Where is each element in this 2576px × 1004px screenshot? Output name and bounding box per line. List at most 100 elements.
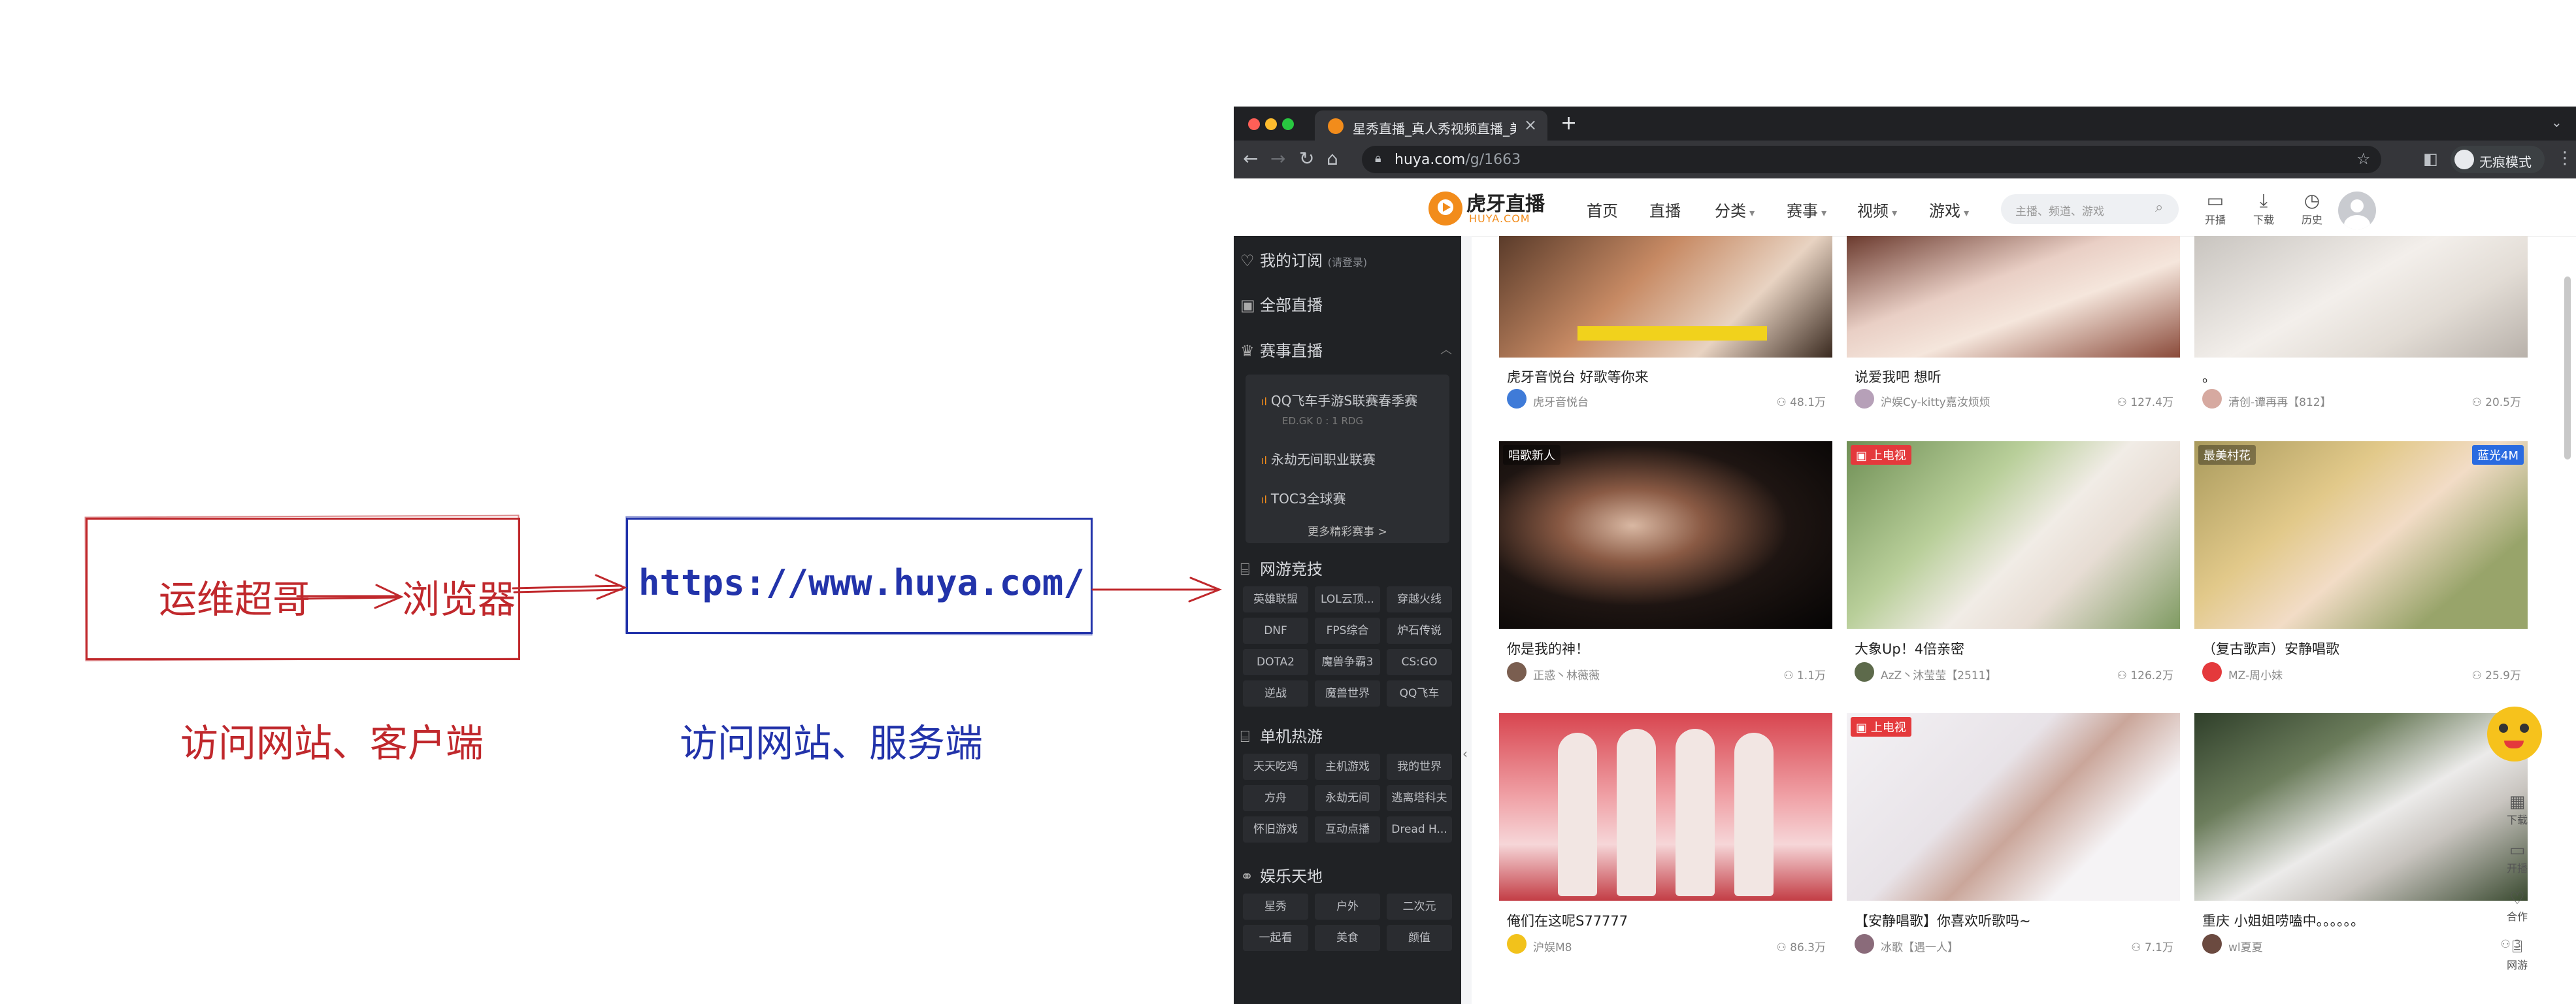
chip-single-8[interactable]: Dread H... [1387,816,1452,843]
incognito-label: 无痕模式 [2479,154,2532,170]
header-history-button[interactable]: ◷ 历史 [2294,190,2330,227]
chip-single-3[interactable]: 方舟 [1243,785,1308,811]
card-viewers: ⚇ 25.9万 [2471,666,2521,682]
tab-active[interactable]: 星秀直播_真人秀视频直播_美女 × [1315,110,1547,141]
header-download-button[interactable]: ⤓ 下载 [2245,190,2282,227]
chip-single-1[interactable]: 主机游戏 [1315,754,1380,780]
close-window-button[interactable] [1248,118,1260,130]
rail-download-button[interactable]: ▦ 下载 [2498,793,2537,827]
nav-live[interactable]: 直播 [1649,198,1681,221]
nav-games[interactable]: 游戏 ▾ [1929,198,1969,221]
tab-search-chevron-icon[interactable]: ⌄ [2551,114,2562,130]
arrow-client-to-browser [296,584,404,609]
page-scrollbar[interactable] [2564,276,2571,460]
live-card[interactable]: 重庆 小姐姐唠嗑中。。。。。。 wl夏夏 ⚇ 3 [2194,713,2528,962]
nav-video[interactable]: 视频 ▾ [1857,198,1897,221]
chip-online-7[interactable]: 魔兽争霸3 [1315,649,1380,675]
rail-broadcast-button[interactable]: ▭ 开播 [2498,841,2537,875]
rail-download-label: 下载 [2506,814,2528,826]
live-card[interactable]: 虎牙音悦台 好歌等你来 虎牙音悦台 ⚇ 48.1万 [1499,236,1832,414]
search-input[interactable]: 主播、频道、游戏 ⌕ [2001,194,2179,224]
card-thumbnail: ▣ 上电视 [1847,441,2180,629]
chip-ent-3[interactable]: 一起看 [1243,925,1308,951]
minimize-window-button[interactable] [1265,118,1277,130]
chip-online-2[interactable]: 穿越火线 [1387,586,1452,612]
chip-online-11[interactable]: QQ飞车 [1387,680,1452,707]
live-card[interactable]: 说爱我吧 想听 沪娱Cy-kitty嘉汝烦烦 ⚇ 127.4万 [1847,236,2180,414]
card-title: 重庆 小姐姐唠嗑中。。。。。。 [2202,913,2365,929]
chip-online-10[interactable]: 魔兽世界 [1315,680,1380,707]
sidebar-entertainment[interactable]: ⚭ 娱乐天地 [1240,863,1323,886]
mascot-icon[interactable] [2487,707,2542,761]
rail-cooperate-button[interactable]: ♡ 合作 [2498,890,2537,924]
chip-single-0[interactable]: 天天吃鸡 [1243,754,1308,780]
live-card[interactable]: ▣ 上电视 【安静唱歌】你喜欢听歌吗~ 冰歌【遇一人】 ⚇ 7.1万 [1847,713,2180,962]
sidebar-collapse-bar[interactable]: ‹ [1461,236,1472,1004]
back-icon[interactable]: ← [1243,148,1258,169]
sidebar-online-games[interactable]: ⌸ 网游竞技 [1240,556,1323,579]
viewers-icon: ⚇ [1776,941,1791,954]
chevron-down-icon: ▾ [1818,207,1827,219]
chip-single-7[interactable]: 互动点播 [1315,816,1380,843]
live-card[interactable]: 唱歌新人 你是我的神！ 正惑丶林薇薇 ⚇ 1.1万 [1499,441,1832,690]
rail-games-button[interactable]: ⌸ 网游 [2498,938,2537,972]
browser-menu-icon[interactable]: ⋮ [2556,148,2573,168]
card-viewers: ⚇ 48.1万 [1776,393,1826,409]
match-item[interactable]: ıl 永劫无间职业联赛 [1261,449,1376,468]
browser-window: 星秀直播_真人秀视频直播_美女 × + ⌄ ← → ↻ ⌂ 🔒︎ huya.co… [1234,107,2576,1004]
live-card[interactable]: 俺们在这呢S77777 沪娱M8 ⚇ 86.3万 [1499,713,1832,962]
chip-ent-2[interactable]: 二次元 [1387,894,1452,920]
viewers-icon: ⚇ [1776,396,1791,409]
chip-single-4[interactable]: 永劫无间 [1315,785,1380,811]
match-item[interactable]: ıl TOC3全球赛 [1261,488,1346,507]
close-tab-icon[interactable]: × [1524,116,1537,134]
new-tab-icon[interactable]: + [1560,112,1577,135]
chip-online-4[interactable]: FPS综合 [1315,618,1380,644]
chip-online-6[interactable]: DOTA2 [1243,649,1308,675]
chip-single-6[interactable]: 怀旧游戏 [1243,816,1308,843]
sidepanel-icon[interactable]: ◧ [2423,150,2438,168]
user-avatar[interactable] [2338,192,2376,229]
chip-single-2[interactable]: 我的世界 [1387,754,1452,780]
chip-online-3[interactable]: DNF [1243,618,1308,644]
nav-category[interactable]: 分类 ▾ [1715,198,1755,221]
viewers-icon: ⚇ [2117,396,2131,409]
viewers-icon: ⚇ [2117,669,2131,682]
incognito-badge[interactable]: 无痕模式 [2451,146,2545,173]
header-broadcast-button[interactable]: ▭ 开播 [2197,190,2234,227]
sidebar-all-live[interactable]: ▣ 全部直播 [1240,292,1323,315]
forward-icon[interactable]: → [1270,148,1285,169]
bookmark-star-icon[interactable]: ☆ [2356,150,2371,168]
match-item[interactable]: ıl QQ飞车手游S联赛春季赛 [1261,390,1417,409]
nav-events[interactable]: 赛事 ▾ [1787,198,1826,221]
live-card[interactable]: 最美村花 蓝光4M （复古歌声）安静唱歌 MZ-周小妹 ⚇ 25.9万 [2194,441,2528,690]
url-input[interactable]: 🔒︎ huya.com/g/1663 ☆ [1362,146,2381,173]
chip-ent-5[interactable]: 颜值 [1387,925,1452,951]
live-card[interactable]: 。 清创-谭再再【812】 ⚇ 20.5万 [2194,236,2528,414]
sidebar-esports[interactable]: ♛ 赛事直播 [1240,338,1323,361]
chip-ent-0[interactable]: 星秀 [1243,894,1308,920]
sidebar-single-games[interactable]: ⌸ 单机热游 [1240,724,1323,746]
card-thumbnail [1847,236,2180,358]
maximize-window-button[interactable] [1282,118,1294,130]
chip-online-9[interactable]: 逆战 [1243,680,1308,707]
chip-ent-4[interactable]: 美食 [1315,925,1380,951]
chip-online-8[interactable]: CS:GO [1387,649,1452,675]
live-card[interactable]: ▣ 上电视 大象Up！4倍亲密 AzZ丶沐莹莹【2511】 ⚇ 126.2万 [1847,441,2180,690]
card-thumbnail [2194,236,2528,358]
huya-logo-icon[interactable] [1428,192,1462,226]
search-icon[interactable]: ⌕ [2155,199,2163,216]
reload-icon[interactable]: ↻ [1299,148,1314,169]
chip-online-1[interactable]: LOL云顶... [1315,586,1380,612]
collapse-section-icon[interactable]: ︿ [1440,341,1452,358]
chip-online-0[interactable]: 英雄联盟 [1243,586,1308,612]
chip-single-5[interactable]: 逃离塔科夫 [1387,785,1452,811]
rail-broadcast-label: 开播 [2506,862,2528,875]
chip-online-5[interactable]: 炉石传说 [1387,618,1452,644]
chip-ent-1[interactable]: 户外 [1315,894,1380,920]
sidebar-subscribe[interactable]: ♡ 我的订阅 (请登录) [1240,248,1367,271]
more-matches-link[interactable]: 更多精彩赛事 > [1246,522,1449,539]
nav-home[interactable]: 首页 [1587,198,1618,221]
home-icon[interactable]: ⌂ [1327,148,1338,169]
qrcode-icon: ▦ [2509,792,2526,812]
